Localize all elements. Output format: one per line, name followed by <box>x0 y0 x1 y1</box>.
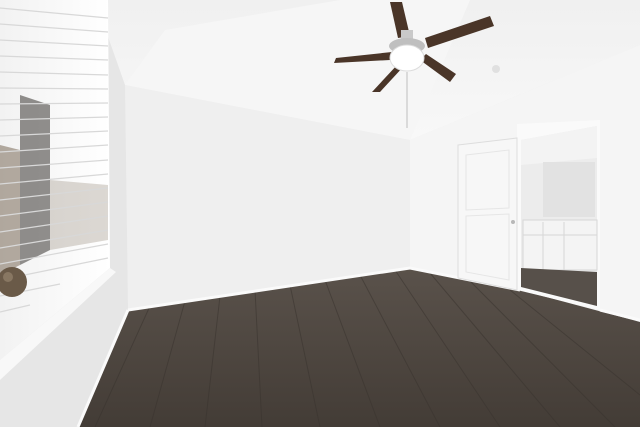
door-knob <box>511 220 515 224</box>
fan-light-globe <box>389 44 425 72</box>
empty-room-photo <box>0 0 640 427</box>
bathroom-vanity <box>522 219 598 271</box>
bathroom-doorway <box>517 120 600 310</box>
bathroom-mirror <box>543 162 595 217</box>
room-illustration <box>0 0 640 427</box>
ceiling-light <box>492 65 500 73</box>
